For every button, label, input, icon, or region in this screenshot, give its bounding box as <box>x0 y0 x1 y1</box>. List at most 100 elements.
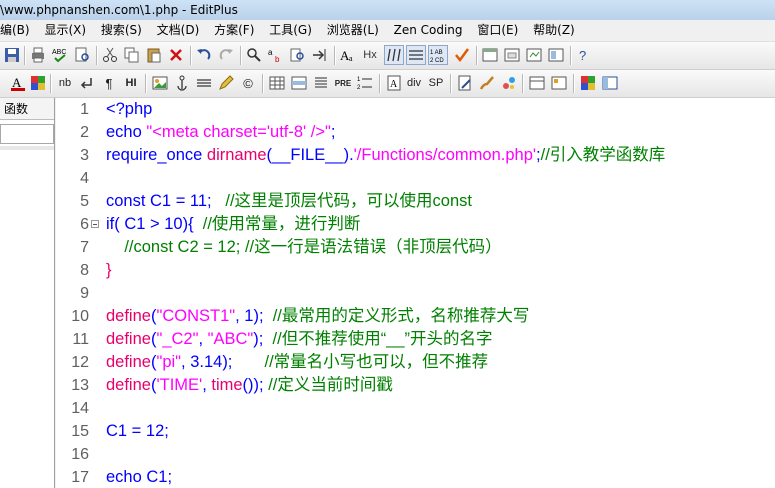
word-wrap-icon[interactable] <box>384 45 404 65</box>
code-editor[interactable]: 1 <?php 2 echo "<meta charset='utf-8' />"; 3… <box>56 98 775 488</box>
text-file-icon[interactable]: A <box>384 73 404 93</box>
copyright-icon[interactable]: © <box>238 73 258 93</box>
line-number: 7 <box>80 239 89 256</box>
help-icon[interactable]: ? <box>574 45 594 65</box>
ruler-icon[interactable]: 1 AB 2 CD <box>428 45 448 65</box>
code-text: echo "<meta charset='utf-8' />"; <box>106 121 335 144</box>
preview-icon[interactable] <box>72 45 92 65</box>
span-icon[interactable]: SP <box>426 73 446 93</box>
code-line[interactable]: 11 define("_C2", "ABC"); //但不推荐使用“__”开头的名… <box>56 328 775 351</box>
check-icon[interactable] <box>452 45 472 65</box>
copy-icon[interactable] <box>122 45 142 65</box>
style-brush-icon[interactable] <box>477 73 497 93</box>
code-token: const C1 = 11; <box>106 192 226 210</box>
paragraph-icon[interactable]: ¶ <box>99 73 119 93</box>
menu-project[interactable]: 方案(F) <box>208 20 259 41</box>
table-row-icon[interactable] <box>289 73 309 93</box>
function-filter-input[interactable] <box>0 124 54 144</box>
frameset-icon[interactable] <box>549 73 569 93</box>
code-line[interactable]: 10 define("CONST1", 1); //最常用的定义形式，名称推荐大写 <box>56 305 775 328</box>
code-line[interactable]: 9 <box>56 282 775 305</box>
nbsp-icon[interactable]: nb <box>55 73 75 93</box>
browser-view-icon[interactable] <box>524 45 544 65</box>
code-line[interactable]: 3 require_once dirname(__FILE__).'/Functi… <box>56 144 775 167</box>
script-icon[interactable] <box>499 73 519 93</box>
anchor-icon[interactable] <box>172 73 192 93</box>
find-icon[interactable] <box>244 45 264 65</box>
image-icon[interactable] <box>150 73 170 93</box>
code-line[interactable]: 2 echo "<meta charset='utf-8' />"; <box>56 121 775 144</box>
color-picker-icon[interactable] <box>28 73 48 93</box>
code-token: C1 = 12; <box>106 422 169 440</box>
code-line[interactable]: 13 define('TIME', time()); //定义当前时间戳 <box>56 374 775 397</box>
pre-icon[interactable]: PRE <box>333 73 353 93</box>
code-text: define("_C2", "ABC"); //但不推荐使用“__”开头的名字 <box>106 328 493 351</box>
list-icon[interactable] <box>311 73 331 93</box>
code-line[interactable]: 14 <box>56 397 775 420</box>
code-line[interactable]: 17 echo C1; <box>56 466 775 488</box>
menu-view[interactable]: 显示(X) <box>38 20 91 41</box>
goto-line-icon[interactable] <box>310 45 330 65</box>
line-number: 9 <box>80 285 89 302</box>
line-number: 15 <box>71 423 89 440</box>
tile-window-icon[interactable] <box>502 45 522 65</box>
code-line[interactable]: 15 C1 = 12; <box>56 420 775 443</box>
text-color-icon[interactable]: A <box>8 73 28 93</box>
redo-icon[interactable] <box>216 45 236 65</box>
form-icon[interactable] <box>455 73 475 93</box>
code-line[interactable]: 1 <?php <box>56 98 775 121</box>
toggle-panel-icon[interactable] <box>600 73 620 93</box>
code-line[interactable]: 4 <box>56 167 775 190</box>
code-line[interactable]: 7 //const C2 = 12; //这一行是语法错误（非顶层代码） <box>56 236 775 259</box>
menu-search[interactable]: 搜索(S) <box>95 20 147 41</box>
fold-collapse-icon[interactable] <box>91 220 99 228</box>
hex-icon[interactable]: Hx <box>360 45 380 65</box>
edit-pen-icon[interactable] <box>216 73 236 93</box>
font-icon[interactable]: Aa <box>338 45 358 65</box>
div-icon[interactable]: div <box>404 73 424 93</box>
replace-icon[interactable]: ab <box>266 45 286 65</box>
code-line[interactable]: 8} <box>56 259 775 282</box>
code-line[interactable]: 6 if( C1 > 10){ //使用常量，进行判断 <box>56 213 775 236</box>
menu-tools[interactable]: 工具(G) <box>263 20 317 41</box>
code-text: } <box>106 259 112 282</box>
menu-help[interactable]: 帮助(Z) <box>527 20 580 41</box>
pre-label: PRE <box>334 78 352 88</box>
menu-document[interactable]: 文档(D) <box>151 20 205 41</box>
cut-icon[interactable] <box>100 45 120 65</box>
code-line[interactable]: 12 define("pi", 3.14); //常量名小写也可以，但不推荐 <box>56 351 775 374</box>
spellcheck-icon[interactable]: ABC <box>50 45 70 65</box>
line-number-icon[interactable] <box>406 45 426 65</box>
print-icon[interactable] <box>28 45 48 65</box>
menu-window[interactable]: 窗口(E) <box>471 20 523 41</box>
paste-icon[interactable] <box>144 45 164 65</box>
clip-text-icon[interactable] <box>546 45 566 65</box>
code-token: , 3.14); <box>181 353 265 371</box>
frame-icon[interactable] <box>527 73 547 93</box>
code-line[interactable]: 5 const C1 = 11; //这里是顶层代码，可以使用const <box>56 190 775 213</box>
svg-text:A: A <box>12 75 22 90</box>
delete-icon[interactable] <box>166 45 186 65</box>
browser-preview-icon[interactable] <box>578 73 598 93</box>
undo-icon[interactable] <box>194 45 214 65</box>
code-line[interactable]: 16 <box>56 443 775 466</box>
ordered-list-icon[interactable]: 12 <box>355 73 375 93</box>
line-break-icon[interactable] <box>77 73 97 93</box>
table-icon[interactable] <box>267 73 287 93</box>
menu-edit[interactable]: 编(B) <box>0 20 35 41</box>
menu-zen-coding[interactable]: Zen Coding <box>388 20 468 41</box>
code-text: require_once dirname(__FILE__).'/Functio… <box>106 144 665 167</box>
line-number: 3 <box>80 147 89 164</box>
menu-browser[interactable]: 浏览器(L) <box>321 20 384 41</box>
find-in-files-icon[interactable] <box>288 45 308 65</box>
html-toolbar: A nb ¶ HI © PRE 12 A div SP <box>0 70 775 98</box>
svg-text:A: A <box>390 79 398 90</box>
code-token: define <box>106 376 151 394</box>
window-list-icon[interactable] <box>480 45 500 65</box>
tab-functions[interactable]: 函数 <box>0 98 54 120</box>
save-icon[interactable] <box>2 45 22 65</box>
heading-icon[interactable]: HI <box>121 73 141 93</box>
horizontal-rule-icon[interactable] <box>194 73 214 93</box>
line-number: 1 <box>80 101 89 118</box>
code-token: time <box>211 376 243 394</box>
